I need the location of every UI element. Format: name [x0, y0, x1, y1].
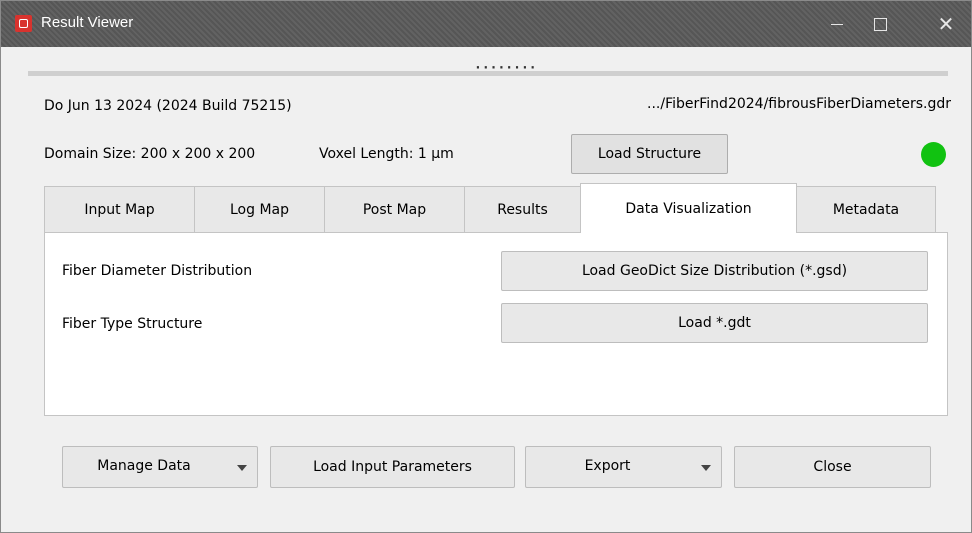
maximize-button[interactable] — [857, 1, 903, 47]
minimize-button[interactable] — [814, 1, 860, 47]
splitter-handle[interactable]: ········ — [474, 61, 537, 76]
domain-size-label: Domain Size: 200 x 200 x 200 — [44, 146, 256, 162]
manage-data-button[interactable]: Manage Data — [62, 446, 258, 488]
tab-data-visualization[interactable]: Data Visualization — [580, 183, 797, 233]
export-button[interactable]: Export — [525, 446, 722, 488]
tab-metadata[interactable]: Metadata — [796, 186, 936, 232]
window-title: Result Viewer — [41, 14, 134, 31]
chevron-down-icon[interactable] — [237, 465, 247, 471]
load-gdt-button[interactable]: Load *.gdt — [501, 303, 928, 343]
tab-log-map[interactable]: Log Map — [194, 186, 325, 232]
fiber-type-structure-label: Fiber Type Structure — [62, 316, 203, 332]
load-input-parameters-button[interactable]: Load Input Parameters — [270, 446, 515, 488]
app-logo-icon — [15, 15, 32, 32]
manage-data-label: Manage Data — [97, 458, 191, 474]
close-icon: ✕ — [937, 12, 955, 36]
minimize-icon — [831, 23, 843, 25]
load-gsd-button[interactable]: Load GeoDict Size Distribution (*.gsd) — [501, 251, 928, 291]
tab-post-map[interactable]: Post Map — [324, 186, 465, 232]
file-path-label: .../FiberFind2024/fibrousFiberDiameters.… — [647, 96, 951, 112]
close-button[interactable]: Close — [734, 446, 931, 488]
title-bar[interactable]: Result Viewer ✕ — [1, 1, 971, 47]
tab-input-map[interactable]: Input Map — [44, 186, 195, 232]
export-label: Export — [584, 458, 631, 474]
status-indicator — [921, 142, 946, 167]
chevron-down-icon[interactable] — [701, 465, 711, 471]
tab-results[interactable]: Results — [464, 186, 581, 232]
fiber-diameter-distribution-label: Fiber Diameter Distribution — [62, 263, 253, 279]
maximize-icon — [873, 17, 887, 31]
voxel-length-label: Voxel Length: 1 µm — [319, 146, 454, 162]
load-structure-button[interactable]: Load Structure — [571, 134, 728, 174]
date-build-label: Do Jun 13 2024 (2024 Build 75215) — [44, 98, 292, 114]
close-window-button[interactable]: ✕ — [923, 1, 969, 47]
